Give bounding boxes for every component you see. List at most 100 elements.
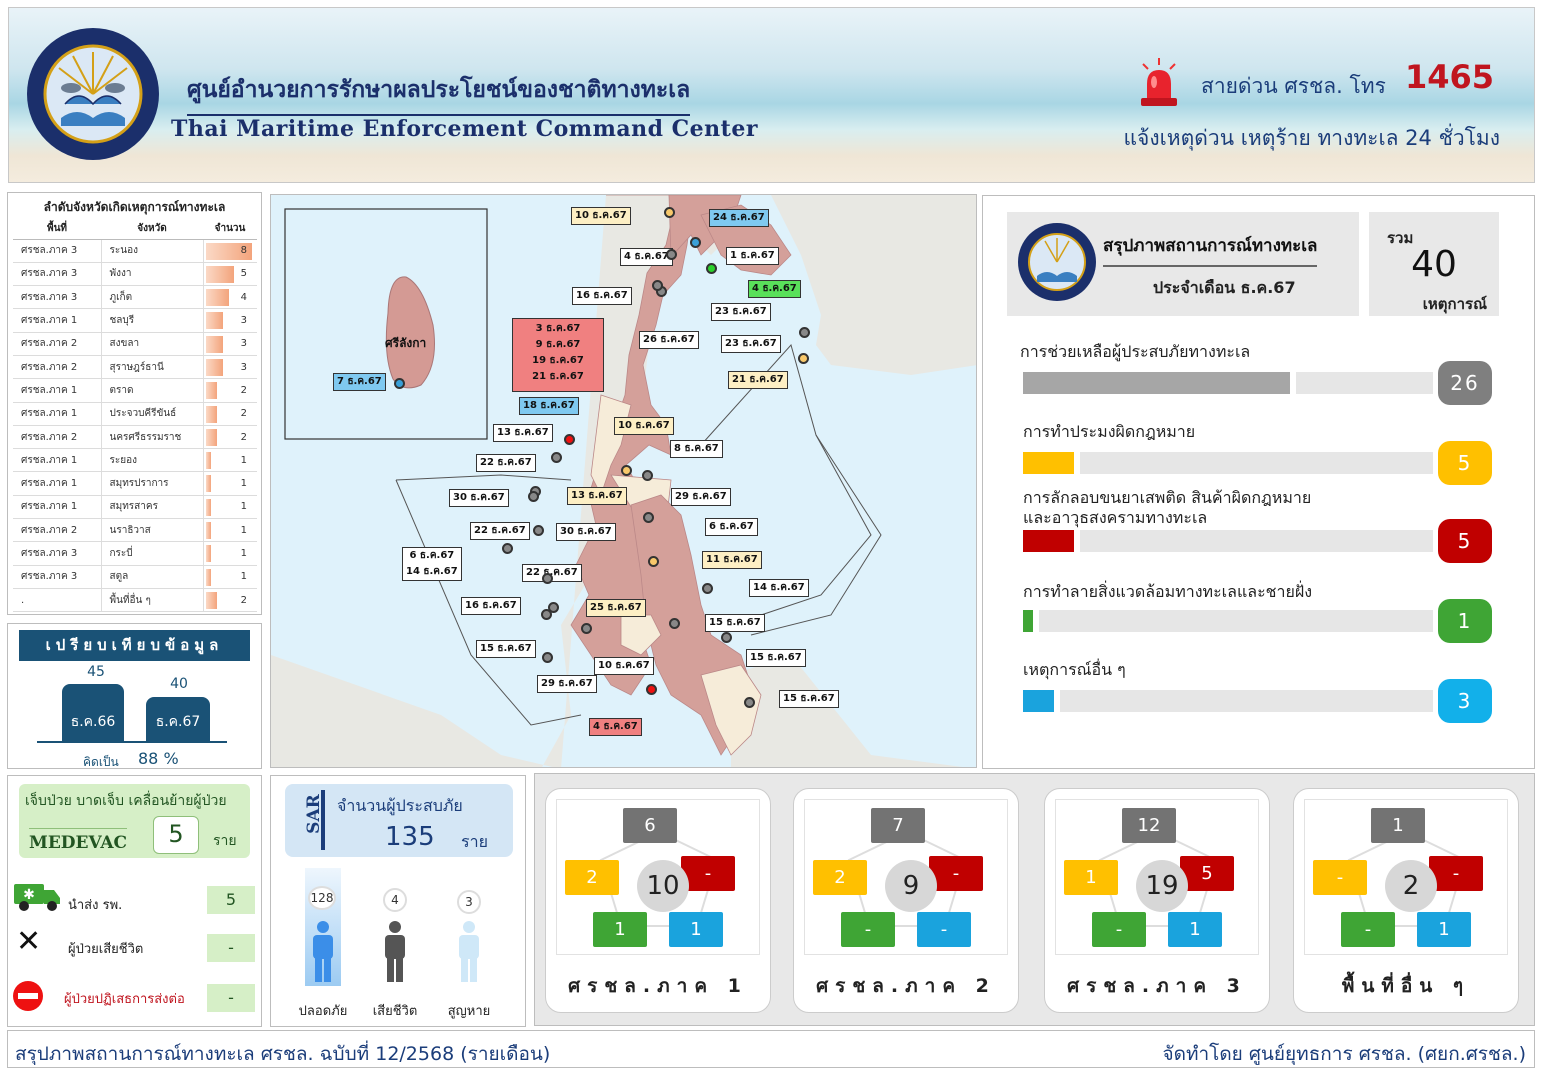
incident-date-tag[interactable]: 13 ธ.ค.67 — [567, 487, 627, 505]
incident-date-tag[interactable]: 22 ธ.ค.67 — [476, 454, 536, 472]
area-cell: . — [13, 588, 101, 613]
incident-date-tag[interactable]: 7 ธ.ค.67 — [333, 373, 386, 391]
region-card[interactable]: 7 2- - -9 ศรชล.ภาค 2 — [793, 788, 1019, 1013]
hotline-number[interactable]: 1465 — [1405, 58, 1494, 96]
incident-pin[interactable] — [542, 652, 553, 663]
incident-date-tag[interactable]: 23 ธ.ค.67 — [721, 335, 781, 353]
incident-pin[interactable] — [744, 697, 755, 708]
count-value: 1 — [240, 571, 247, 583]
incident-pin[interactable] — [542, 573, 553, 584]
incident-date-tag[interactable]: 8 ธ.ค.67 — [670, 440, 723, 458]
incident-pin[interactable] — [721, 632, 732, 643]
incident-pin[interactable] — [564, 434, 575, 445]
incident-date-tag[interactable]: 6 ธ.ค.67 — [705, 518, 758, 536]
summary-total-box: รวม 40 เหตุการณ์ — [1369, 212, 1499, 316]
incident-date-tag[interactable]: 30 ธ.ค.67 — [449, 489, 509, 507]
incident-date-tag[interactable]: 15 ธ.ค.67 — [476, 640, 536, 658]
table-row: . พื้นที่อื่น ๆ 2 — [13, 588, 257, 613]
count-bar — [205, 405, 217, 423]
ambulance-icon: ✱ — [14, 884, 60, 911]
incident-pin[interactable] — [643, 512, 654, 523]
table-row: ศรชล.ภาค 1 สมุทรปราการ 1 — [13, 471, 257, 496]
incident-pin[interactable] — [702, 583, 713, 594]
incident-date-tag[interactable]: 26 ธ.ค.67 — [639, 331, 699, 349]
incident-pin[interactable] — [541, 609, 552, 620]
no-entry-icon — [13, 981, 43, 1011]
count-value: 1 — [240, 478, 247, 490]
incident-pin[interactable] — [799, 327, 810, 338]
incident-date-tag[interactable]: 30 ธ.ค.67 — [556, 523, 616, 541]
region-diagram: 1---12 — [1304, 799, 1508, 955]
incident-date-tag[interactable]: 1 ธ.ค.67 — [726, 247, 779, 265]
incident-pin[interactable] — [666, 249, 677, 260]
incident-date-tag[interactable]: 15 ธ.ค.67 — [705, 614, 765, 632]
count-value: 1 — [240, 524, 247, 536]
incident-date-tag[interactable]: 13 ธ.ค.67 — [493, 424, 553, 442]
summary-month: ประจำเดือน ธ.ค.67 — [1153, 278, 1296, 297]
sar-count: 135 — [385, 822, 435, 852]
count-cell: 1 — [202, 541, 257, 566]
incident-date-tag[interactable]: 23 ธ.ค.67 — [711, 303, 771, 321]
count-value: 1 — [240, 548, 247, 559]
missing-count: 3 — [457, 890, 481, 914]
region-count-rescue: 12 — [1122, 808, 1176, 843]
region-card[interactable]: 1- - -1 2 พื้นที่อื่น ๆ — [1293, 788, 1519, 1013]
incident-pin[interactable] — [798, 353, 809, 364]
province-cell: ระนอง — [100, 239, 203, 263]
incident-pin[interactable] — [528, 491, 539, 502]
incident-map[interactable]: ศรีลังกา 10 ธ.ค.67 24 ธ.ค.67 4 ธ.ค.67 1 ธ.ค… — [270, 194, 977, 768]
hotline-label: สายด่วน ศรชล. โทร — [1201, 74, 1386, 98]
incident-pin[interactable] — [502, 543, 513, 554]
count-bar — [205, 382, 217, 400]
incident-date-tag[interactable]: 18 ธ.ค.67 — [519, 397, 579, 415]
incident-pin[interactable] — [551, 452, 562, 463]
province-cell: ตราด — [100, 378, 203, 403]
incident-date-tag[interactable]: 16 ธ.ค.67 — [572, 287, 632, 305]
incident-pin[interactable] — [394, 378, 405, 389]
incident-date-tag[interactable]: 15 ธ.ค.67 — [779, 690, 839, 708]
province-cell: สงขลา — [100, 332, 203, 356]
incident-date-tag[interactable]: 10 ธ.ค.67 — [614, 417, 674, 435]
incident-date-tag[interactable]: 14 ธ.ค.67 — [749, 579, 809, 597]
medevac-count: 5 — [153, 816, 199, 854]
incident-date-tag[interactable]: 22 ธ.ค.67 — [470, 522, 530, 540]
incident-pin[interactable] — [669, 618, 680, 629]
count-bar — [205, 428, 217, 446]
incident-date-tag[interactable]: 25 ธ.ค.67 — [586, 599, 646, 617]
incident-date-tag[interactable]: 15 ธ.ค.67 — [746, 649, 806, 667]
incident-pin[interactable] — [581, 623, 592, 634]
count-cell: 2 — [202, 425, 257, 450]
incident-date-tag[interactable]: 6 ธ.ค.67 14 ธ.ค.67 — [402, 547, 462, 581]
incident-pin[interactable] — [642, 470, 653, 481]
incident-pin[interactable] — [664, 207, 675, 218]
incident-pin[interactable] — [533, 525, 544, 536]
incident-pin[interactable] — [648, 556, 659, 567]
incident-date-tag[interactable]: 3 ธ.ค.67 9 ธ.ค.67 19 ธ.ค.67 21 ธ.ค.67 — [512, 318, 604, 392]
incident-date-tag[interactable]: 10 ธ.ค.67 — [571, 207, 631, 225]
incident-date-tag[interactable]: 4 ธ.ค.67 — [589, 718, 642, 736]
incident-pin[interactable] — [690, 237, 701, 248]
incident-date-tag[interactable]: 4 ธ.ค.67 — [620, 248, 673, 266]
incident-date-tag[interactable]: 16 ธ.ค.67 — [461, 597, 521, 615]
incident-pin[interactable] — [706, 263, 717, 274]
incident-pin[interactable] — [652, 280, 663, 291]
incident-pin[interactable] — [646, 684, 657, 695]
category-bar-track — [1080, 530, 1433, 552]
region-card[interactable]: 12 1 5-1 19 ศรชล.ภาค 3 — [1044, 788, 1270, 1013]
incident-date-tag[interactable]: 29 ธ.ค.67 — [671, 488, 731, 506]
incident-date-tag[interactable]: 11 ธ.ค.67 — [702, 551, 762, 569]
incident-date-tag[interactable]: 10 ธ.ค.67 — [594, 657, 654, 675]
incident-pin[interactable] — [621, 465, 632, 476]
category-bar-fill — [1023, 530, 1075, 552]
deceased-count: 4 — [383, 888, 407, 912]
incident-date-tag[interactable]: 24 ธ.ค.67 — [709, 209, 769, 227]
table-row: ศรชล.ภาค 3 ภูเก็ต 4 — [13, 285, 257, 310]
area-cell: ศรชล.ภาค 2 — [13, 518, 101, 543]
incident-date-tag[interactable]: 4 ธ.ค.67 — [748, 280, 801, 298]
incident-date-tag[interactable]: 29 ธ.ค.67 — [537, 675, 597, 693]
incident-date-tag[interactable]: 21 ธ.ค.67 — [728, 371, 788, 389]
region-count-environment: - — [1341, 912, 1395, 947]
province-cell: พื้นที่อื่น ๆ — [100, 588, 203, 613]
category-count-badge: 5 — [1438, 441, 1492, 485]
region-card[interactable]: 6 2-1 1 10 ศรชล.ภาค 1 — [545, 788, 771, 1013]
